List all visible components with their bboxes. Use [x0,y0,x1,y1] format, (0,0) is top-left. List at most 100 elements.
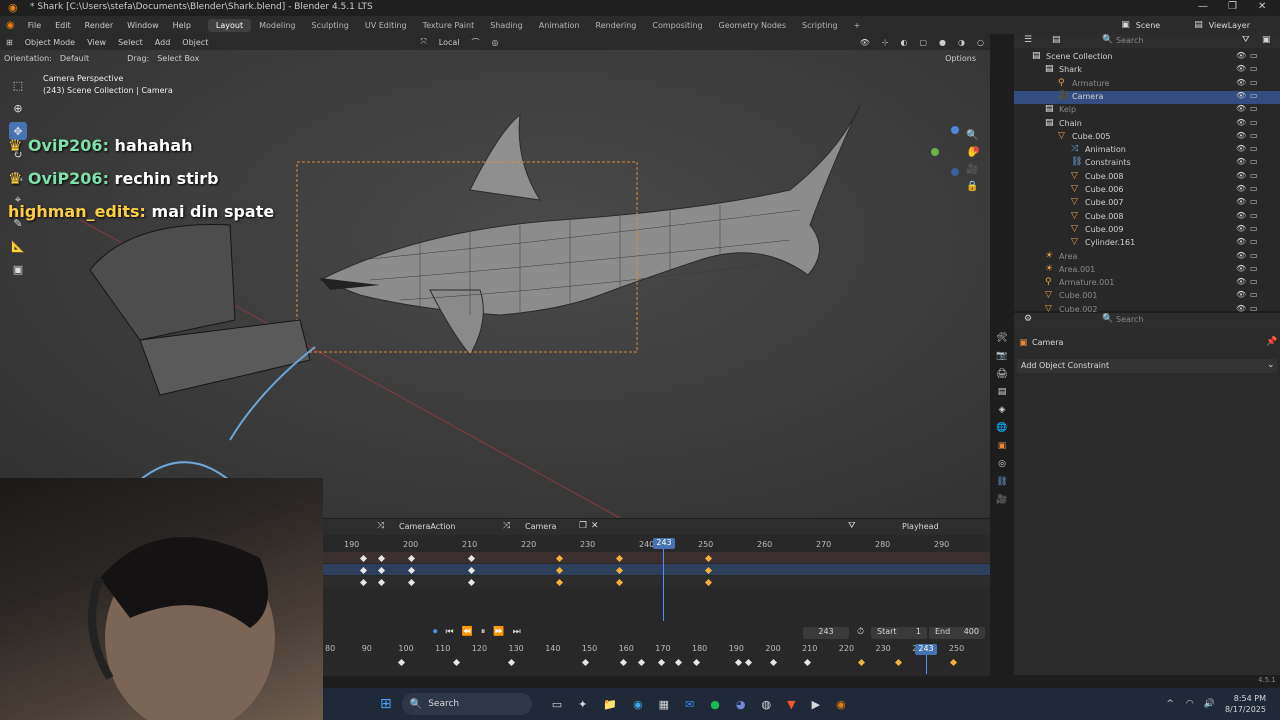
render-visibility-icon[interactable]: ▭ [1250,171,1258,180]
visibility-eye-icon[interactable]: 👁 [1236,237,1246,246]
view-menu[interactable]: View [81,38,112,47]
tab-shading[interactable]: Shading [482,19,531,32]
select-menu[interactable]: Select [112,38,149,47]
pin-icon[interactable]: 📌 [1266,337,1277,347]
render-visibility-icon[interactable]: ▭ [1250,197,1258,206]
visibility-eye-icon[interactable]: 👁 [1236,277,1246,286]
render-visibility-icon[interactable]: ▭ [1250,78,1258,87]
menu-window[interactable]: Window [120,21,166,30]
current-frame-indicator[interactable]: 243 [653,538,675,549]
visibility-icon[interactable]: 👁 [854,38,876,47]
tab-rendering[interactable]: Rendering [588,19,645,32]
maximize-icon[interactable]: ❐ [1228,1,1237,12]
visibility-eye-icon[interactable]: 👁 [1236,51,1246,60]
orientation-dropdown[interactable]: Default [56,54,93,63]
visibility-eye-icon[interactable]: 👁 [1236,91,1246,100]
constraints-tab-icon[interactable]: ⛓ [996,477,1007,487]
visibility-eye-icon[interactable]: 👁 [1236,251,1246,260]
file-explorer-icon[interactable]: 📁 [603,698,617,711]
outliner-row[interactable]: ▽ Cube.009 👁 ▭ [1014,224,1280,237]
outliner-row[interactable]: ▽ Cylinder.161 👁 ▭ [1014,237,1280,250]
taskbar-search[interactable]: 🔍 Search [401,693,532,715]
tab-sculpting[interactable]: Sculpting [304,19,357,32]
cursor-tool-icon[interactable]: ⊕ [9,99,27,117]
render-visibility-icon[interactable]: ▭ [1250,64,1258,73]
keyframe[interactable] [615,554,624,563]
outlook-icon[interactable]: ✉ [685,698,694,711]
add-menu[interactable]: Add [149,38,177,47]
keyframe[interactable] [467,566,476,575]
visibility-eye-icon[interactable]: 👁 [1236,131,1246,140]
visibility-eye-icon[interactable]: 👁 [1236,224,1246,233]
render-visibility-icon[interactable]: ▭ [1250,290,1258,299]
tab-uv-editing[interactable]: UV Editing [357,19,415,32]
render-visibility-icon[interactable]: ▭ [1250,104,1258,113]
outliner-row[interactable]: ⚲ Armature.001 👁 ▭ [1014,277,1280,290]
snap-icon[interactable]: ⌒ [465,37,485,48]
spotify-icon[interactable]: ● [710,698,720,711]
media-player-icon[interactable]: ▶ [812,698,820,711]
render-visibility-icon[interactable]: ▭ [1250,118,1258,127]
outliner-row[interactable]: ▤ Scene Collection 👁 ▭ [1014,51,1280,64]
menu-edit[interactable]: Edit [48,21,78,30]
volume-icon[interactable]: 🔊 [1204,699,1215,709]
outliner-row[interactable]: ☀ Area 👁 ▭ [1014,251,1280,264]
visibility-eye-icon[interactable]: 👁 [1236,304,1246,313]
shading-material-icon[interactable]: ◑ [952,38,971,47]
current-frame-field[interactable]: 243 [803,627,849,639]
timeline[interactable]: ⏺ ⏮ ⏪ ⏸ ⏩ ⏭ 243 ⏱ Start 1 End 400 80 90 10… [323,624,990,676]
mode-selector[interactable]: Object Mode [19,38,81,47]
scene-name[interactable]: Scene [1134,21,1190,30]
visibility-eye-icon[interactable]: 👁 [1236,211,1246,220]
lock-icon[interactable]: 🔒 [966,181,978,192]
tab-modeling[interactable]: Modeling [251,19,303,32]
display-mode-icon[interactable]: ▤ [1052,35,1061,45]
start-frame-field[interactable]: Start 1 [871,627,927,639]
render-visibility-icon[interactable]: ▭ [1250,131,1258,140]
outliner-search-input[interactable]: Search [1116,36,1143,45]
output-tab-icon[interactable]: 🖨 [996,369,1007,379]
outliner-row[interactable]: ▽ Cube.008 👁 ▭ [1014,171,1280,184]
tab-layout[interactable]: Layout [207,18,252,32]
visibility-eye-icon[interactable]: 👁 [1236,184,1246,193]
tab-texture-paint[interactable]: Texture Paint [415,19,483,32]
render-visibility-icon[interactable]: ▭ [1250,51,1258,60]
menu-render[interactable]: Render [78,21,120,30]
outliner-row[interactable]: ▤ Kelp 👁 ▭ [1014,104,1280,117]
keyframe[interactable] [377,578,386,587]
timeline-ruler[interactable]: 80 90 100 110 120 130 140 150 160 170 180 190 200 210… [323,644,990,656]
start-windows-icon[interactable]: ⊞ [380,696,392,712]
keyframe[interactable] [704,554,713,563]
github-icon[interactable]: ◍ [762,698,772,711]
object-menu[interactable]: Object [176,38,214,47]
add-workspace-icon[interactable]: + [846,19,869,32]
keyframe[interactable] [407,554,416,563]
keyframes-layer[interactable] [323,519,990,624]
properties-search-input[interactable]: Search [1116,315,1143,324]
keyframe[interactable] [377,554,386,563]
render-visibility-icon[interactable]: ▭ [1250,144,1258,153]
outliner-editor-icon[interactable]: ☰ [1024,35,1032,45]
keyframe[interactable] [407,566,416,575]
record-icon[interactable]: ⏺ [433,627,438,637]
zoom-icon[interactable]: 🔍 [966,130,978,141]
visibility-eye-icon[interactable]: 👁 [1236,78,1246,87]
render-visibility-icon[interactable]: ▭ [1250,184,1258,193]
camera-view-icon[interactable]: 🎥 [966,164,978,175]
visibility-eye-icon[interactable]: 👁 [1236,118,1246,127]
keyframe[interactable] [407,578,416,587]
new-collection-icon[interactable]: ▣ [1262,35,1271,45]
timeline-frame-indicator[interactable]: 243 [915,644,937,655]
data-tab-icon[interactable]: 🎥 [996,495,1007,505]
shading-rendered-icon[interactable]: ○ [971,38,990,47]
visibility-eye-icon[interactable]: 👁 [1236,290,1246,299]
tab-animation[interactable]: Animation [531,19,588,32]
keyframe[interactable] [615,578,624,587]
physics-tab-icon[interactable]: ◎ [998,459,1006,469]
transform-pivot-icon[interactable]: ⤧ [414,37,432,47]
render-visibility-icon[interactable]: ▭ [1250,157,1258,166]
tab-scripting[interactable]: Scripting [794,19,846,32]
xray-icon[interactable]: ▢ [913,38,933,47]
keyframe[interactable] [359,554,368,563]
edge-icon[interactable]: ◉ [633,698,643,711]
